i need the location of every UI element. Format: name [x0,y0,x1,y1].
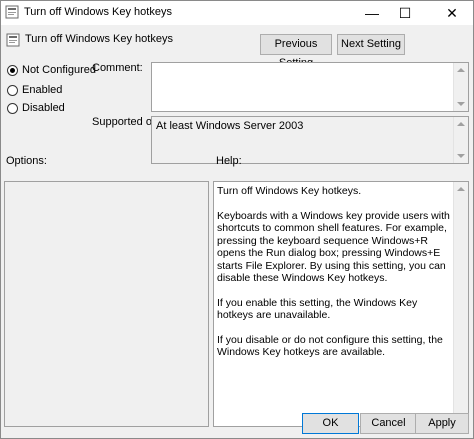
help-panel: Turn off Windows Key hotkeys. Keyboards … [213,181,469,427]
help-paragraph: Turn off Windows Key hotkeys. [217,185,362,197]
supported-on-value: At least Windows Server 2003 [156,120,304,132]
maximize-button[interactable]: ☐ [390,1,420,25]
maximize-icon: ☐ [398,5,412,21]
scroll-up-arrow-icon[interactable] [457,122,465,126]
comment-scrollbar[interactable] [453,63,468,111]
policy-setting-icon [6,33,20,47]
help-paragraph: If you enable this setting, the Windows … [217,296,418,322]
supported-on-field: At least Windows Server 2003 [151,116,469,164]
radio-button[interactable] [7,84,18,96]
options-label: Options: [6,155,47,167]
scroll-down-arrow-icon[interactable] [457,154,465,158]
apply-button[interactable]: Apply [415,413,469,434]
title-bar[interactable]: Turn off Windows Key hotkeys — ☐ ✕ [1,1,473,25]
help-paragraph: If you disable or do not configure this … [217,333,443,359]
ok-button[interactable]: OK [302,413,359,434]
window-title: Turn off Windows Key hotkeys [24,6,172,18]
help-text: Turn off Windows Key hotkeys. Keyboards … [217,185,451,371]
setting-title: Turn off Windows Key hotkeys [25,33,173,45]
radio-disabled[interactable]: Disabled [7,101,65,115]
help-scrollbar[interactable] [453,182,468,426]
radio-not-configured[interactable]: Not Configured [7,63,96,77]
policy-setting-icon [5,5,19,19]
comment-label: Comment: [92,62,143,74]
scroll-down-arrow-icon[interactable] [457,102,465,106]
radio-label: Enabled [22,84,63,96]
comment-textarea[interactable] [151,62,469,112]
scroll-up-arrow-icon[interactable] [457,187,465,191]
minimize-icon: — [365,5,379,21]
policy-dialog-window: Turn off Windows Key hotkeys — ☐ ✕ Turn … [0,0,474,439]
options-panel [4,181,209,427]
supported-scrollbar[interactable] [453,117,468,163]
next-setting-button[interactable]: Next Setting [337,34,405,55]
previous-setting-button[interactable]: Previous Setting [260,34,332,69]
cancel-button[interactable]: Cancel [360,413,417,434]
radio-label: Not Configured [22,64,96,76]
help-label: Help: [216,155,242,167]
radio-button-checked[interactable] [7,64,18,76]
radio-label: Disabled [22,102,65,114]
minimize-button[interactable]: — [357,1,387,25]
dialog-content: Turn off Windows Key hotkeys Previous Se… [1,25,473,438]
radio-button[interactable] [7,102,18,114]
help-paragraph: Keyboards with a Windows key provide use… [217,209,450,285]
close-button[interactable]: ✕ [431,1,473,25]
close-icon: ✕ [446,5,458,21]
radio-enabled[interactable]: Enabled [7,83,62,97]
scroll-up-arrow-icon[interactable] [457,68,465,72]
